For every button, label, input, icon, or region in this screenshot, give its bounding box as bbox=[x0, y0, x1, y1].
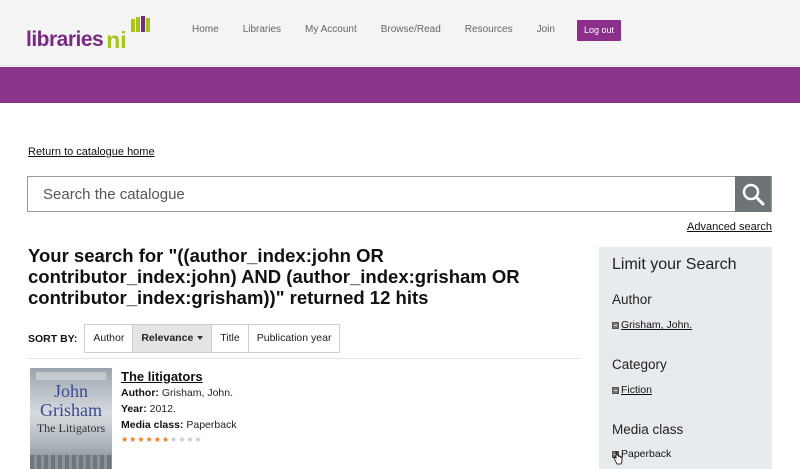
search-input[interactable] bbox=[28, 177, 736, 211]
cover-title: The Litigators bbox=[36, 421, 106, 435]
hand-cursor-icon bbox=[613, 451, 623, 465]
year-value: 2012. bbox=[149, 403, 176, 415]
logout-button[interactable]: Log out bbox=[576, 19, 621, 41]
sort-bar: SORT BY: Author Relevance Title Publicat… bbox=[28, 324, 341, 353]
star-icon: ★ bbox=[129, 435, 137, 444]
result-media-class: Media class: Paperback bbox=[121, 419, 237, 431]
logo-text: libraries bbox=[26, 28, 104, 51]
media-label: Media class: bbox=[121, 419, 184, 431]
search-button[interactable] bbox=[735, 176, 771, 212]
sort-title[interactable]: Title bbox=[212, 325, 249, 352]
sort-author[interactable]: Author bbox=[85, 325, 134, 352]
results-divider bbox=[28, 358, 581, 359]
facet-link-media-class-label: Paperback bbox=[621, 448, 672, 460]
cover-banner bbox=[36, 372, 106, 380]
star-icon: ★ bbox=[178, 435, 186, 444]
star-icon: ★ bbox=[153, 435, 161, 444]
star-icon: ★ bbox=[161, 435, 170, 444]
nav-libraries[interactable]: Libraries bbox=[231, 18, 293, 42]
star-icon: ★ bbox=[194, 435, 202, 444]
author-value: Grisham, John. bbox=[161, 387, 234, 399]
author-label: Author: bbox=[121, 387, 159, 399]
libraries-ni-logo[interactable]: libraries ni bbox=[26, 16, 150, 53]
facet-link-author-label: Grisham, John. bbox=[621, 319, 693, 331]
star-icon: ★ bbox=[186, 435, 194, 444]
logo-suffix: ni bbox=[106, 27, 127, 53]
advanced-search-link[interactable]: Advanced search bbox=[687, 221, 772, 233]
facet-link-category[interactable]: Fiction bbox=[612, 384, 652, 396]
nav-my-account[interactable]: My Account bbox=[293, 18, 369, 42]
sort-options: Author Relevance Title Publication year bbox=[84, 324, 341, 353]
nav-join[interactable]: Join bbox=[525, 18, 567, 42]
book-cover[interactable]: John Grisham The Litigators bbox=[30, 368, 112, 469]
nav-home[interactable]: Home bbox=[180, 18, 231, 42]
result-title-link[interactable]: The litigators bbox=[121, 369, 203, 384]
caret-down-icon bbox=[197, 336, 204, 341]
search-icon bbox=[742, 183, 765, 206]
books-icon bbox=[131, 16, 150, 32]
limit-search-sidebar: Limit your Search Author Grisham, John. … bbox=[599, 247, 772, 469]
facet-link-author[interactable]: Grisham, John. bbox=[612, 319, 692, 331]
star-icon: ★ bbox=[121, 435, 129, 444]
facet-heading-category: Category bbox=[612, 357, 667, 372]
rating-stars: ★ ★ ★ ★ ★ ★ ★ ★ ★ ★ bbox=[121, 436, 203, 444]
nav-browse-read[interactable]: Browse/Read bbox=[369, 18, 453, 42]
star-icon: ★ bbox=[170, 435, 178, 444]
facet-heading-author: Author bbox=[612, 292, 652, 307]
sort-relevance-label: Relevance bbox=[141, 332, 194, 344]
sort-publication-year[interactable]: Publication year bbox=[248, 325, 340, 352]
star-icon: ★ bbox=[145, 435, 153, 444]
results-heading: Your search for "((author_index:john OR … bbox=[28, 245, 520, 308]
nav-resources[interactable]: Resources bbox=[453, 18, 525, 42]
facet-link-category-label: Fiction bbox=[621, 384, 652, 396]
sort-relevance[interactable]: Relevance bbox=[133, 325, 213, 352]
cover-author: John Grisham bbox=[40, 381, 102, 420]
sidebar-title: Limit your Search bbox=[612, 256, 737, 273]
facet-heading-media-class: Media class bbox=[612, 422, 684, 437]
catalogue-search-box bbox=[27, 176, 772, 212]
result-author: Author: Grisham, John. bbox=[121, 387, 233, 399]
expand-box-icon bbox=[612, 321, 619, 329]
year-label: Year: bbox=[121, 403, 147, 415]
brand-band bbox=[0, 67, 800, 103]
star-icon: ★ bbox=[137, 435, 145, 444]
expand-box-icon bbox=[612, 386, 619, 394]
return-to-catalogue-link[interactable]: Return to catalogue home bbox=[28, 146, 155, 158]
result-year: Year: 2012. bbox=[121, 403, 176, 415]
cover-skyline bbox=[30, 455, 112, 469]
media-value: Paperback bbox=[186, 419, 237, 431]
sort-label: SORT BY: bbox=[28, 332, 78, 345]
main-nav: Home Libraries My Account Browse/Read Re… bbox=[180, 18, 621, 42]
site-header: libraries ni Home Libraries My Account B… bbox=[0, 0, 800, 66]
